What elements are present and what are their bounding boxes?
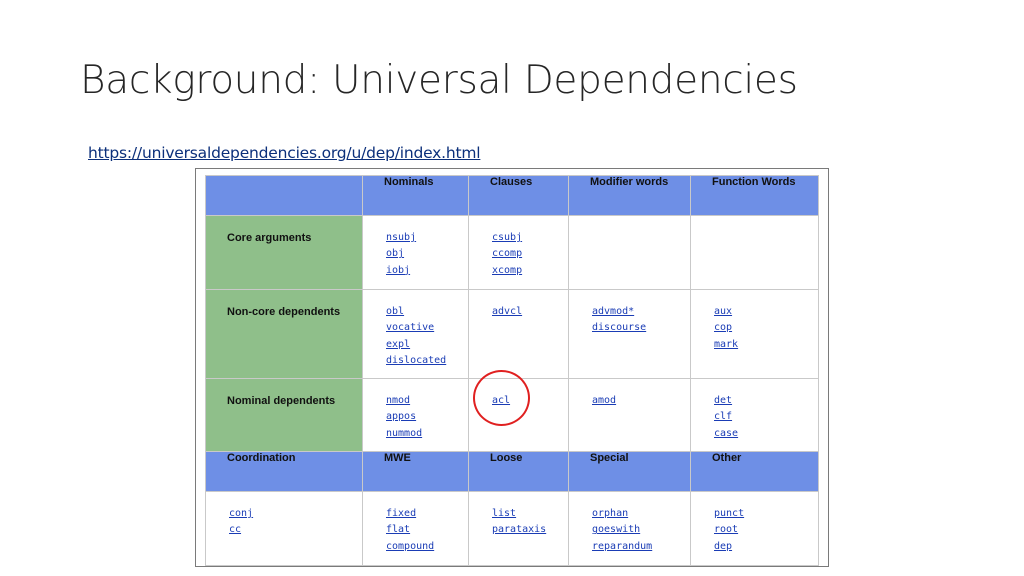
- relation-link-csubj[interactable]: csubj: [492, 230, 568, 246]
- relation-link-aux[interactable]: aux: [714, 304, 818, 320]
- cell-nominal-modifier-words: amod: [568, 378, 691, 452]
- relation-link-amod[interactable]: amod: [592, 393, 690, 409]
- ud-reference-link[interactable]: https://universaldependencies.org/u/dep/…: [88, 144, 481, 162]
- cell-noncore-modifier-words: advmod* discourse: [568, 289, 691, 379]
- relation-link-xcomp[interactable]: xcomp: [492, 263, 568, 279]
- relation-link-ccomp[interactable]: ccomp: [492, 246, 568, 262]
- relation-link-root[interactable]: root: [714, 522, 818, 538]
- cell-core-nominals: nsubj obj iobj: [362, 215, 469, 290]
- relation-link-list[interactable]: list: [492, 506, 568, 522]
- header-mwe: MWE: [362, 451, 469, 492]
- relation-link-advmod[interactable]: advmod*: [592, 304, 690, 320]
- header-coordination: Coordination: [205, 451, 363, 492]
- relation-link-obj[interactable]: obj: [386, 246, 468, 262]
- table-header-row: Nominals Clauses Modifier words Function…: [205, 175, 819, 216]
- table-header-row-2: Coordination MWE Loose Special Other: [205, 451, 819, 492]
- relation-link-obl[interactable]: obl: [386, 304, 468, 320]
- header-clauses: Clauses: [468, 175, 569, 216]
- relation-link-cop[interactable]: cop: [714, 320, 818, 336]
- header-corner-cell: [205, 175, 363, 216]
- relation-link-orphan[interactable]: orphan: [592, 506, 690, 522]
- relation-link-goeswith[interactable]: goeswith: [592, 522, 690, 538]
- relation-link-vocative[interactable]: vocative: [386, 320, 468, 336]
- relation-link-fixed[interactable]: fixed: [386, 506, 468, 522]
- relation-link-clf[interactable]: clf: [714, 409, 818, 425]
- header-modifier-words: Modifier words: [568, 175, 691, 216]
- relation-link-iobj[interactable]: iobj: [386, 263, 468, 279]
- relation-link-mark[interactable]: mark: [714, 337, 818, 353]
- slide-title: Background: Universal Dependencies: [80, 58, 798, 103]
- cell-other: punct root dep: [690, 491, 819, 566]
- row-label-core-arguments: Core arguments: [205, 215, 363, 290]
- cell-nominal-function-words: det clf case: [690, 378, 819, 452]
- cell-core-function-words: [690, 215, 819, 290]
- relation-link-flat[interactable]: flat: [386, 522, 468, 538]
- cell-noncore-nominals: obl vocative expl dislocated: [362, 289, 469, 379]
- relation-link-nsubj[interactable]: nsubj: [386, 230, 468, 246]
- cell-core-modifier-words: [568, 215, 691, 290]
- cell-loose: list parataxis: [468, 491, 569, 566]
- table-row-non-core-dependents: Non-core dependents obl vocative expl di…: [205, 289, 819, 379]
- ud-relations-table: Nominals Clauses Modifier words Function…: [205, 175, 819, 566]
- relation-link-nummod[interactable]: nummod: [386, 426, 468, 442]
- cell-special: orphan goeswith reparandum: [568, 491, 691, 566]
- relation-link-parataxis[interactable]: parataxis: [492, 522, 568, 538]
- row-label-non-core-dependents: Non-core dependents: [205, 289, 363, 379]
- acl-highlight-circle: [473, 370, 530, 426]
- header-loose: Loose: [468, 451, 569, 492]
- relation-link-conj[interactable]: conj: [229, 506, 362, 522]
- relation-link-nmod[interactable]: nmod: [386, 393, 468, 409]
- relation-link-punct[interactable]: punct: [714, 506, 818, 522]
- table-row-other-relations: conj cc fixed flat compound list paratax…: [205, 491, 819, 566]
- ud-relations-table-image: Nominals Clauses Modifier words Function…: [195, 168, 829, 567]
- relation-link-compound[interactable]: compound: [386, 539, 468, 555]
- header-nominals: Nominals: [362, 175, 469, 216]
- cell-nominal-nominals: nmod appos nummod: [362, 378, 469, 452]
- relation-link-dep[interactable]: dep: [714, 539, 818, 555]
- relation-link-case[interactable]: case: [714, 426, 818, 442]
- relation-link-advcl[interactable]: advcl: [492, 304, 568, 320]
- relation-link-dislocated[interactable]: dislocated: [386, 353, 468, 369]
- relation-link-expl[interactable]: expl: [386, 337, 468, 353]
- cell-noncore-function-words: aux cop mark: [690, 289, 819, 379]
- header-function-words: Function Words: [690, 175, 819, 216]
- cell-mwe: fixed flat compound: [362, 491, 469, 566]
- cell-noncore-clauses: advcl: [468, 289, 569, 379]
- relation-link-appos[interactable]: appos: [386, 409, 468, 425]
- table-row-core-arguments: Core arguments nsubj obj iobj csubj ccom…: [205, 215, 819, 290]
- header-special: Special: [568, 451, 691, 492]
- relation-link-det[interactable]: det: [714, 393, 818, 409]
- relation-link-discourse[interactable]: discourse: [592, 320, 690, 336]
- cell-core-clauses: csubj ccomp xcomp: [468, 215, 569, 290]
- relation-link-reparandum[interactable]: reparandum: [592, 539, 690, 555]
- relation-link-cc[interactable]: cc: [229, 522, 362, 538]
- header-other: Other: [690, 451, 819, 492]
- cell-coordination: conj cc: [205, 491, 363, 566]
- row-label-nominal-dependents: Nominal dependents: [205, 378, 363, 452]
